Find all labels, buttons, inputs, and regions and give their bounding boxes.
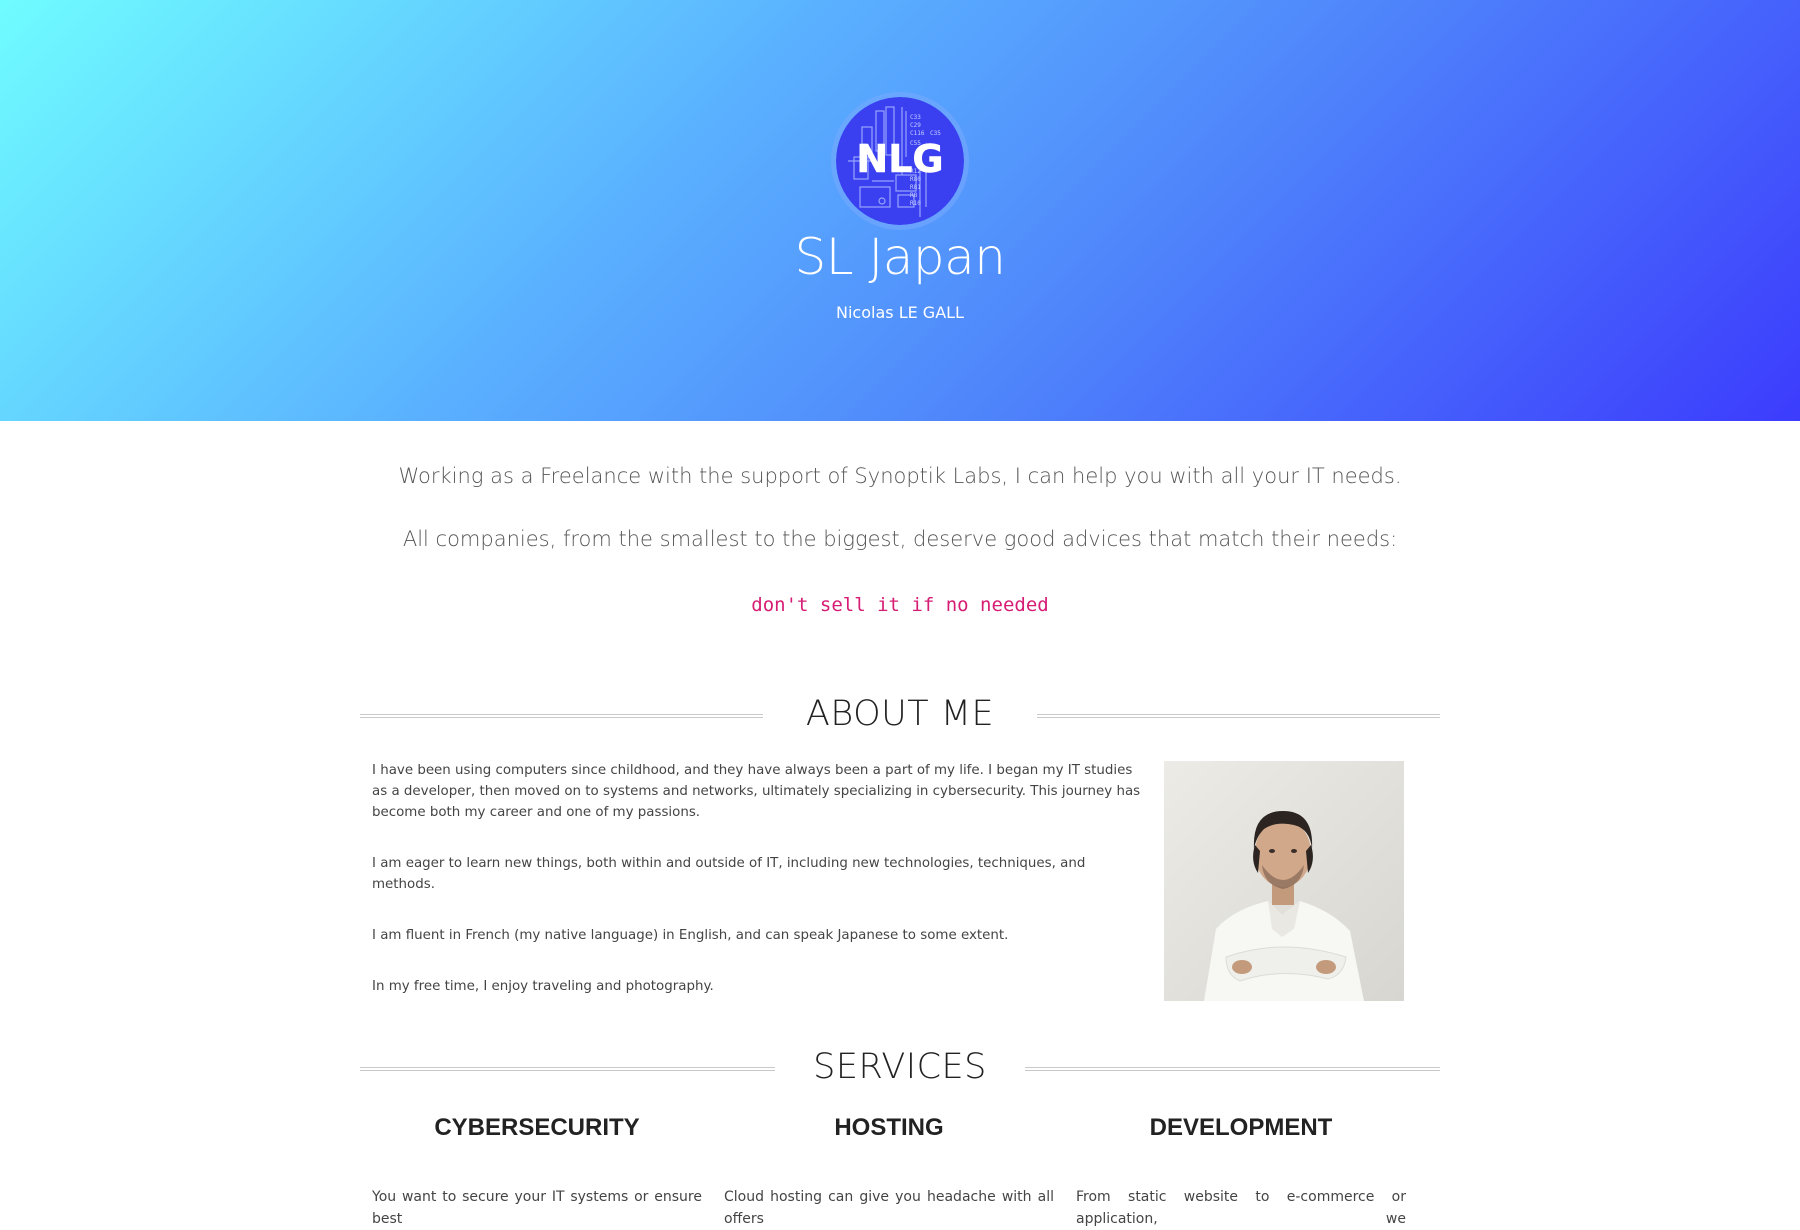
portrait-photo	[1164, 761, 1404, 1001]
service-hosting: HOSTING Cloud hosting can give you heada…	[724, 1114, 1054, 1230]
motto-code: don't sell it if no needed	[751, 594, 1049, 616]
about-paragraph: I have been using computers since childh…	[372, 763, 1141, 820]
service-description: From static website to e-commerce or app…	[1076, 1189, 1406, 1227]
heading-rule-right	[1025, 1067, 1440, 1071]
service-title: CYBERSECURITY	[434, 1114, 640, 1141]
about-paragraph: I am eager to learn new things, both wit…	[372, 856, 1086, 892]
logo-text: NLG	[856, 137, 943, 181]
heading-rule-right	[1037, 714, 1440, 718]
service-development: DEVELOPMENT From static website to e-com…	[1076, 1114, 1406, 1230]
service-title: HOSTING	[834, 1114, 944, 1141]
site-subtitle: Nicolas LE GALL	[836, 303, 964, 322]
about-paragraph: In my free time, I enjoy traveling and p…	[372, 979, 714, 994]
service-description: Cloud hosting can give you headache with…	[724, 1189, 1054, 1227]
hero-banner: C33 C29 C116 C35 C55 R12 R80 R81 R8 R10 …	[0, 0, 1800, 421]
site-title: SL Japan	[794, 228, 1006, 286]
nlg-logo[interactable]: C33 C29 C116 C35 C55 R12 R80 R81 R8 R10 …	[836, 97, 964, 225]
about-text: I have been using computers since childh…	[372, 760, 1147, 1027]
svg-text:C116: C116	[910, 130, 925, 137]
about-paragraph: I am fluent in French (my native languag…	[372, 928, 1009, 943]
service-title: DEVELOPMENT	[1149, 1114, 1333, 1141]
service-cybersecurity: CYBERSECURITY You want to secure your IT…	[372, 1114, 702, 1230]
about-heading: ABOUT ME	[360, 694, 1440, 738]
svg-text:C35: C35	[930, 130, 941, 137]
intro-line-1: Working as a Freelance with the support …	[398, 464, 1402, 488]
service-description: You want to secure your IT systems or en…	[372, 1189, 702, 1227]
intro-line-2: All companies, from the smallest to the …	[402, 527, 1398, 551]
svg-text:C33: C33	[910, 114, 921, 121]
svg-text:R81: R81	[910, 184, 921, 191]
svg-text:R10: R10	[910, 200, 921, 207]
svg-text:R8: R8	[910, 192, 918, 199]
services-heading: SERVICES	[360, 1047, 1440, 1091]
svg-text:C29: C29	[910, 122, 921, 129]
logo-ring: C33 C29 C116 C35 C55 R12 R80 R81 R8 R10 …	[831, 92, 969, 230]
